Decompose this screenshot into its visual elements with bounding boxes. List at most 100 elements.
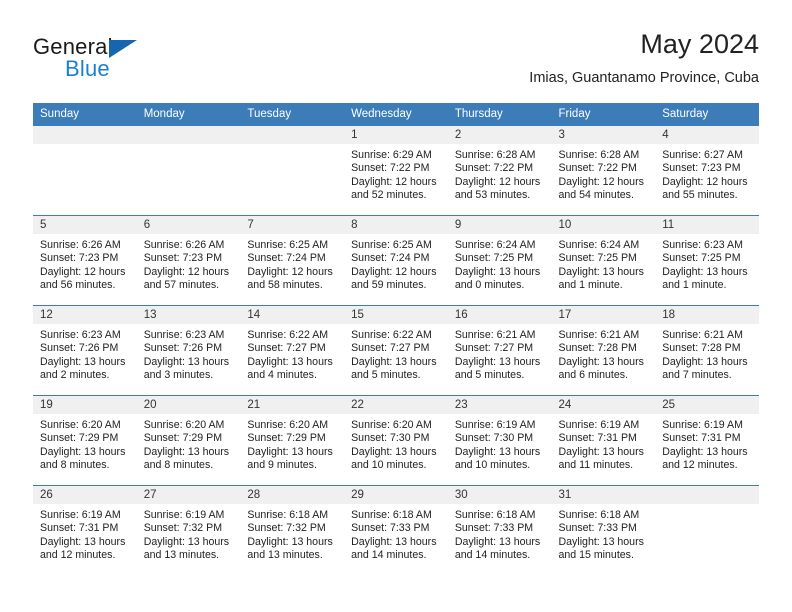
calendar-day-cell[interactable]: 30 Sunrise: 6:18 AM Sunset: 7:33 PM Dayligh…	[447, 485, 552, 576]
calendar-day-cell[interactable]: 10 Sunrise: 6:24 AM Sunset: 7:25 PM Dayligh…	[551, 215, 656, 306]
sunrise-text: Sunrise: 6:27 AM	[662, 149, 743, 161]
daylight-text-line1: Daylight: 13 hours	[143, 535, 230, 548]
daylight-text-line1: Daylight: 13 hours	[454, 445, 541, 458]
sunrise-text: Sunrise: 6:28 AM	[558, 149, 640, 161]
calendar-day-cell[interactable]: 1 Sunrise: 6:29 AM Sunset: 7:22 PM Daylight…	[344, 125, 448, 216]
day-details: Sunrise: 6:19 AM Sunset: 7:31 PM Daylight:…	[33, 504, 137, 563]
sunset-text: Sunset: 7:24 PM	[351, 252, 430, 265]
sunrise-text: Sunrise: 6:20 AM	[351, 419, 432, 431]
daylight-text-line1: Daylight: 13 hours	[558, 355, 644, 368]
sunrise-text: Sunrise: 6:29 AM	[351, 149, 432, 161]
calendar-day-cell[interactable]: 21 Sunrise: 6:20 AM Sunset: 7:29 PM Dayligh…	[240, 395, 345, 486]
daylight-text-line2: and 13 minutes.	[143, 549, 220, 562]
calendar-week-row: 5 Sunrise: 6:26 AM Sunset: 7:23 PM Daylight…	[33, 215, 759, 306]
calendar-day-cell[interactable]: 15 Sunrise: 6:22 AM Sunset: 7:27 PM Dayligh…	[344, 305, 448, 396]
daylight-text-line2: and 0 minutes.	[454, 279, 525, 292]
calendar-day-cell[interactable]: 14 Sunrise: 6:22 AM Sunset: 7:27 PM Dayligh…	[240, 305, 345, 396]
calendar-day-cell[interactable]: 24 Sunrise: 6:19 AM Sunset: 7:31 PM Dayligh…	[551, 395, 656, 486]
calendar-day-cell-empty	[655, 485, 759, 576]
calendar-day-cell[interactable]: 3 Sunrise: 6:28 AM Sunset: 7:22 PM Daylight…	[551, 125, 656, 216]
daylight-text-line2: and 8 minutes.	[40, 459, 110, 472]
day-number: 19	[33, 396, 137, 414]
sunset-text: Sunset: 7:30 PM	[454, 432, 534, 445]
sunset-text: Sunset: 7:29 PM	[143, 432, 223, 445]
sunset-text: Sunset: 7:31 PM	[40, 522, 119, 535]
sunset-text: Sunset: 7:22 PM	[351, 162, 430, 175]
daylight-text-line2: and 2 minutes.	[40, 369, 110, 382]
calendar-day-cell[interactable]: 29 Sunrise: 6:18 AM Sunset: 7:33 PM Dayligh…	[344, 485, 448, 576]
sunset-text: Sunset: 7:27 PM	[454, 342, 534, 355]
weekday-header-thursday: Thursday	[447, 103, 552, 126]
sunrise-text: Sunrise: 6:26 AM	[143, 239, 225, 251]
calendar-day-cell[interactable]: 12 Sunrise: 6:23 AM Sunset: 7:26 PM Dayligh…	[33, 305, 137, 396]
sunrise-text: Sunrise: 6:23 AM	[662, 239, 743, 251]
calendar-day-cell[interactable]: 26 Sunrise: 6:19 AM Sunset: 7:31 PM Dayligh…	[33, 485, 137, 576]
calendar-day-cell[interactable]: 28 Sunrise: 6:18 AM Sunset: 7:32 PM Dayligh…	[240, 485, 345, 576]
daylight-text-line2: and 52 minutes.	[351, 189, 427, 202]
daylight-text-line1: Daylight: 13 hours	[351, 355, 437, 368]
day-number	[655, 486, 759, 504]
sunset-text: Sunset: 7:33 PM	[558, 522, 637, 535]
sunrise-text: Sunrise: 6:20 AM	[40, 419, 121, 431]
calendar-day-cell[interactable]: 25 Sunrise: 6:19 AM Sunset: 7:31 PM Dayligh…	[655, 395, 759, 486]
sunrise-text: Sunrise: 6:24 AM	[454, 239, 536, 251]
day-details: Sunrise: 6:19 AM Sunset: 7:32 PM Daylight:…	[137, 504, 241, 563]
daylight-text-line1: Daylight: 13 hours	[454, 355, 541, 368]
sunset-text: Sunset: 7:22 PM	[558, 162, 637, 175]
daylight-text-line1: Daylight: 13 hours	[40, 355, 126, 368]
day-number: 5	[33, 216, 137, 234]
day-number: 26	[33, 486, 137, 504]
calendar-day-cell[interactable]: 22 Sunrise: 6:20 AM Sunset: 7:30 PM Dayligh…	[344, 395, 448, 486]
calendar-day-cell[interactable]: 7 Sunrise: 6:25 AM Sunset: 7:24 PM Daylight…	[240, 215, 345, 306]
calendar-week-row: 26 Sunrise: 6:19 AM Sunset: 7:31 PM Dayligh…	[33, 485, 759, 576]
day-details: Sunrise: 6:26 AM Sunset: 7:23 PM Daylight:…	[33, 234, 137, 293]
daylight-text-line2: and 57 minutes.	[143, 279, 220, 292]
sunrise-text: Sunrise: 6:19 AM	[454, 419, 536, 431]
daylight-text-line2: and 15 minutes.	[558, 549, 634, 562]
day-number: 25	[655, 396, 759, 414]
brand-logo[interactable]: General Blue	[33, 34, 263, 90]
sunrise-text: Sunrise: 6:18 AM	[454, 509, 536, 521]
calendar-day-cell[interactable]: 6 Sunrise: 6:26 AM Sunset: 7:23 PM Daylight…	[136, 215, 241, 306]
day-details: Sunrise: 6:21 AM Sunset: 7:27 PM Daylight:…	[448, 324, 552, 383]
day-details: Sunrise: 6:20 AM Sunset: 7:29 PM Daylight:…	[137, 414, 241, 473]
calendar-day-cell[interactable]: 31 Sunrise: 6:18 AM Sunset: 7:33 PM Dayligh…	[551, 485, 656, 576]
calendar-day-cell[interactable]: 13 Sunrise: 6:23 AM Sunset: 7:26 PM Dayligh…	[136, 305, 241, 396]
calendar-day-cell[interactable]: 16 Sunrise: 6:21 AM Sunset: 7:27 PM Dayligh…	[447, 305, 552, 396]
day-details: Sunrise: 6:18 AM Sunset: 7:33 PM Daylight:…	[344, 504, 448, 563]
daylight-text-line1: Daylight: 12 hours	[247, 265, 333, 278]
calendar-day-cell[interactable]: 9 Sunrise: 6:24 AM Sunset: 7:25 PM Daylight…	[447, 215, 552, 306]
day-details: Sunrise: 6:23 AM Sunset: 7:26 PM Daylight:…	[137, 324, 241, 383]
calendar-day-cell[interactable]: 19 Sunrise: 6:20 AM Sunset: 7:29 PM Dayligh…	[33, 395, 137, 486]
day-details: Sunrise: 6:19 AM Sunset: 7:31 PM Daylight:…	[552, 414, 656, 473]
daylight-text-line1: Daylight: 12 hours	[558, 175, 644, 188]
calendar-day-cell[interactable]: 17 Sunrise: 6:21 AM Sunset: 7:28 PM Dayligh…	[551, 305, 656, 396]
calendar-day-cell[interactable]: 20 Sunrise: 6:20 AM Sunset: 7:29 PM Dayligh…	[136, 395, 241, 486]
day-details: Sunrise: 6:27 AM Sunset: 7:23 PM Daylight:…	[655, 144, 759, 203]
page-header: General Blue May 2024 Imias, Guantanamo …	[33, 28, 759, 96]
calendar-day-cell[interactable]: 27 Sunrise: 6:19 AM Sunset: 7:32 PM Dayligh…	[136, 485, 241, 576]
calendar-day-cell[interactable]: 18 Sunrise: 6:21 AM Sunset: 7:28 PM Dayligh…	[655, 305, 759, 396]
calendar-day-cell[interactable]: 5 Sunrise: 6:26 AM Sunset: 7:23 PM Daylight…	[33, 215, 137, 306]
sunrise-text: Sunrise: 6:20 AM	[247, 419, 329, 431]
day-number: 21	[240, 396, 345, 414]
sunset-text: Sunset: 7:25 PM	[454, 252, 534, 265]
day-number: 12	[33, 306, 137, 324]
day-details: Sunrise: 6:25 AM Sunset: 7:24 PM Daylight:…	[240, 234, 344, 293]
calendar-day-cell[interactable]: 2 Sunrise: 6:28 AM Sunset: 7:22 PM Daylight…	[447, 125, 552, 216]
sunrise-text: Sunrise: 6:19 AM	[143, 509, 225, 521]
day-details: Sunrise: 6:25 AM Sunset: 7:24 PM Daylight:…	[344, 234, 448, 293]
day-details: Sunrise: 6:22 AM Sunset: 7:27 PM Daylight:…	[240, 324, 344, 383]
calendar-week-row: 19 Sunrise: 6:20 AM Sunset: 7:29 PM Dayligh…	[33, 395, 759, 486]
sunset-text: Sunset: 7:32 PM	[143, 522, 223, 535]
sunrise-text: Sunrise: 6:18 AM	[558, 509, 640, 521]
calendar-day-cell[interactable]: 23 Sunrise: 6:19 AM Sunset: 7:30 PM Dayligh…	[447, 395, 552, 486]
day-number: 27	[136, 486, 241, 504]
calendar-day-cell[interactable]: 8 Sunrise: 6:25 AM Sunset: 7:24 PM Daylight…	[344, 215, 448, 306]
calendar-day-cell[interactable]: 4 Sunrise: 6:27 AM Sunset: 7:23 PM Daylight…	[655, 125, 759, 216]
daylight-text-line1: Daylight: 13 hours	[558, 445, 644, 458]
calendar-day-cell[interactable]: 11 Sunrise: 6:23 AM Sunset: 7:25 PM Dayligh…	[655, 215, 759, 306]
weekday-header-sunday: Sunday	[33, 103, 137, 126]
calendar-day-cell-empty	[136, 125, 241, 216]
sunrise-text: Sunrise: 6:25 AM	[351, 239, 432, 251]
